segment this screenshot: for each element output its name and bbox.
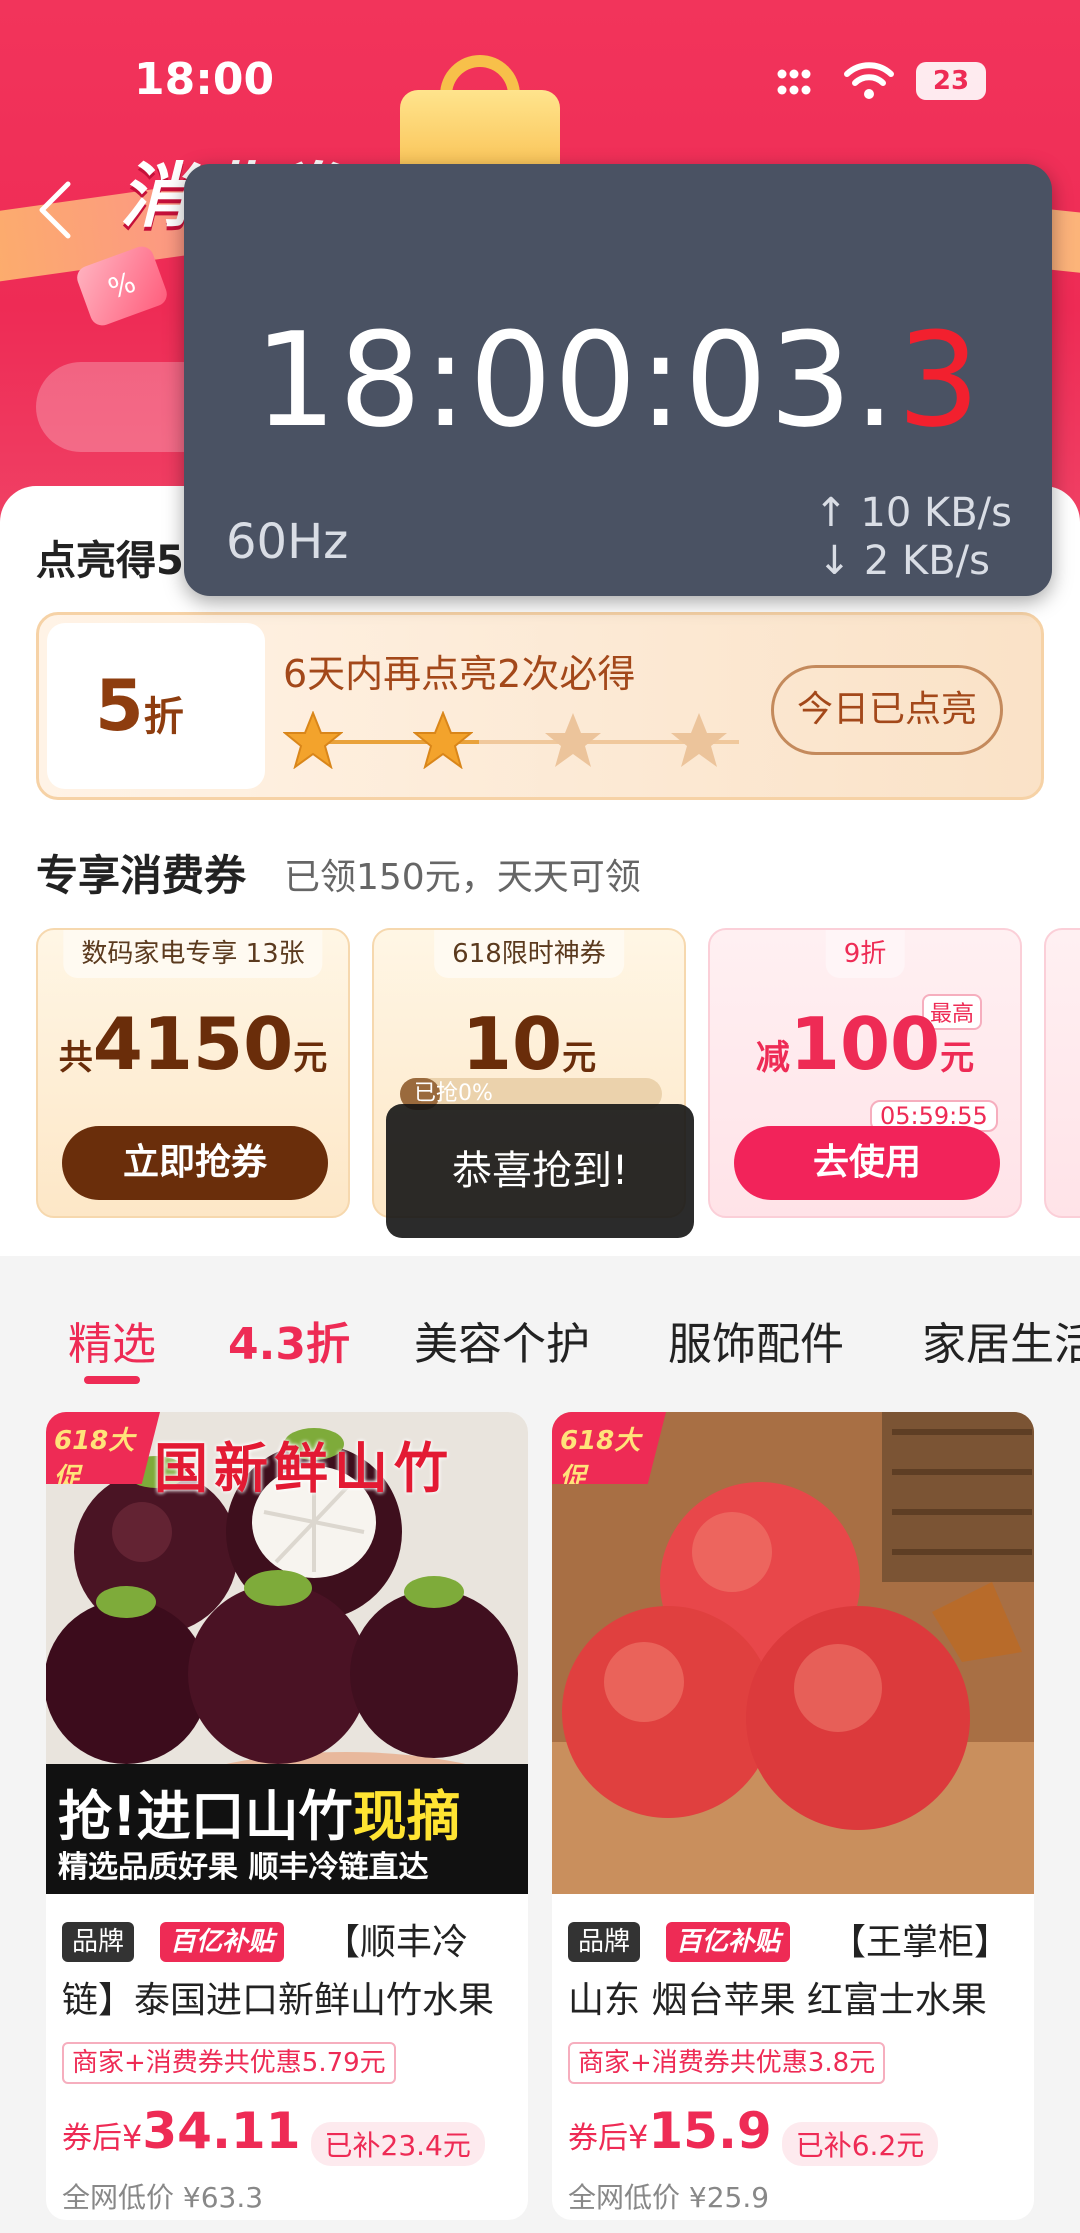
status-time: 18:00 [134,54,275,105]
product-price: 34.11 [142,2102,301,2160]
success-toast: 恭喜抢到! [386,1104,694,1238]
tab-home[interactable]: 家居生活 [922,1308,1080,1372]
image-headline: 国新鲜山竹 [154,1437,454,1500]
coupon-amount: 10元 [461,1002,597,1086]
coupon-tag: 数码家电专享 13张 [63,930,323,978]
price-row: 券后¥34.11 已补23.4元 [62,2102,485,2166]
coupon-tag: 618限时神券 [434,930,624,978]
product-title[interactable]: 【王掌柜】山东 烟台苹果 红富士水果 [568,1914,1024,2030]
tab-apparel[interactable]: 服饰配件 [668,1308,844,1372]
offer-label: 商家+消费券共优惠5.79元 [62,2042,396,2084]
promo-tag: 618大促 [46,1412,160,1484]
streak-section-title: 点亮得5 [36,538,184,584]
promo-tag: 618大促 [552,1412,666,1484]
overlay-clock-fraction: 3 [897,304,982,456]
offer-label: 商家+消费券共优惠3.8元 [568,2042,886,2084]
streak-discount: 5折 [95,665,184,747]
active-tab-indicator [84,1376,140,1384]
product-title[interactable]: 【顺丰冷链】泰国进口新鲜山竹水果 [62,1914,518,2030]
status-bar: 18:00 23 [0,0,1080,150]
image-caption-line2: 精选品质好果 顺丰冷链直达 [58,1850,429,1885]
star-lit-icon [413,711,473,769]
refresh-rate: 60Hz [226,514,349,570]
product-image[interactable]: 618大促 [552,1412,1034,1894]
fps-meter-overlay[interactable]: 18:00:03.3 60Hz ↑ 10 KB/s ↓ 2 KB/s [184,164,1052,596]
apple-image [552,1412,1034,1894]
subsidy-amount: 已补6.2元 [781,2121,939,2166]
overlay-clock: 18:00:03.3 [254,304,982,456]
tab-beauty[interactable]: 美容个护 [414,1308,590,1372]
lit-today-button[interactable]: 今日已点亮 [771,665,1003,755]
coupon-card[interactable] [1044,928,1080,1218]
star-lit-icon [283,711,343,769]
coupon-card[interactable]: 数码家电专享 13张 共4150元 立即抢券 [36,928,350,1218]
image-caption-line1: 抢!进口山竹现摘 [58,1785,461,1848]
streak-progress-text: 6天内再点亮2次必得 [283,652,636,696]
back-arrow-icon[interactable] [36,180,76,240]
coupon-tag: 9折 [825,930,905,978]
upload-speed: ↑ 10 KB/s [814,490,1012,536]
subsidy-amount: 已补23.4元 [310,2121,485,2166]
battery-icon: 23 [916,62,986,100]
signal-icon [777,69,811,95]
download-speed: ↓ 2 KB/s [817,538,990,584]
reference-price: 全网低价 ¥25.9 [568,2181,770,2214]
star-unlit-icon [671,713,727,767]
star-unlit-icon [545,713,601,767]
coupon-section-subtitle: 已领150元，天天可领 [284,857,641,898]
tab-discount[interactable]: 4.3折 [228,1308,350,1372]
use-coupon-button[interactable]: 去使用 [734,1126,1000,1200]
product-image[interactable]: 618大促 国新鲜山竹 抢!进口山竹现摘 精选品质好果 顺丰冷链直达 [46,1412,528,1894]
reference-price: 全网低价 ¥63.3 [62,2181,264,2214]
coupon-amount: 减100元 [755,1002,975,1086]
coupon-amount: 共4150元 [58,1002,328,1086]
product-card[interactable]: 618大促 国新鲜山竹 抢!进口山竹现摘 精选品质好果 顺丰冷链直达 品牌 百亿… [46,1412,528,2220]
product-card[interactable]: 618大促 品牌 百亿补贴 【王掌柜】山东 烟台苹果 红富士水果 商家+消费券共… [552,1412,1034,2220]
coupon-section-title: 专享消费券 [36,851,247,900]
wifi-icon [844,62,894,99]
category-tabs: 精选 4.3折 美容个护 服饰配件 家居生活 [0,1278,1080,1394]
tab-featured[interactable]: 精选 [68,1308,156,1372]
price-row: 券后¥15.9 已补6.2元 [568,2102,939,2166]
grab-coupon-button[interactable]: 立即抢券 [62,1126,328,1200]
streak-card: 5折 6天内再点亮2次必得 今日已点亮 [36,612,1044,800]
coupon-card[interactable]: 9折 最高 减100元 05:59:55 去使用 [708,928,1022,1218]
image-caption-band: 抢!进口山竹现摘 精选品质好果 顺丰冷链直达 [46,1764,528,1894]
product-price: 15.9 [648,2102,772,2160]
